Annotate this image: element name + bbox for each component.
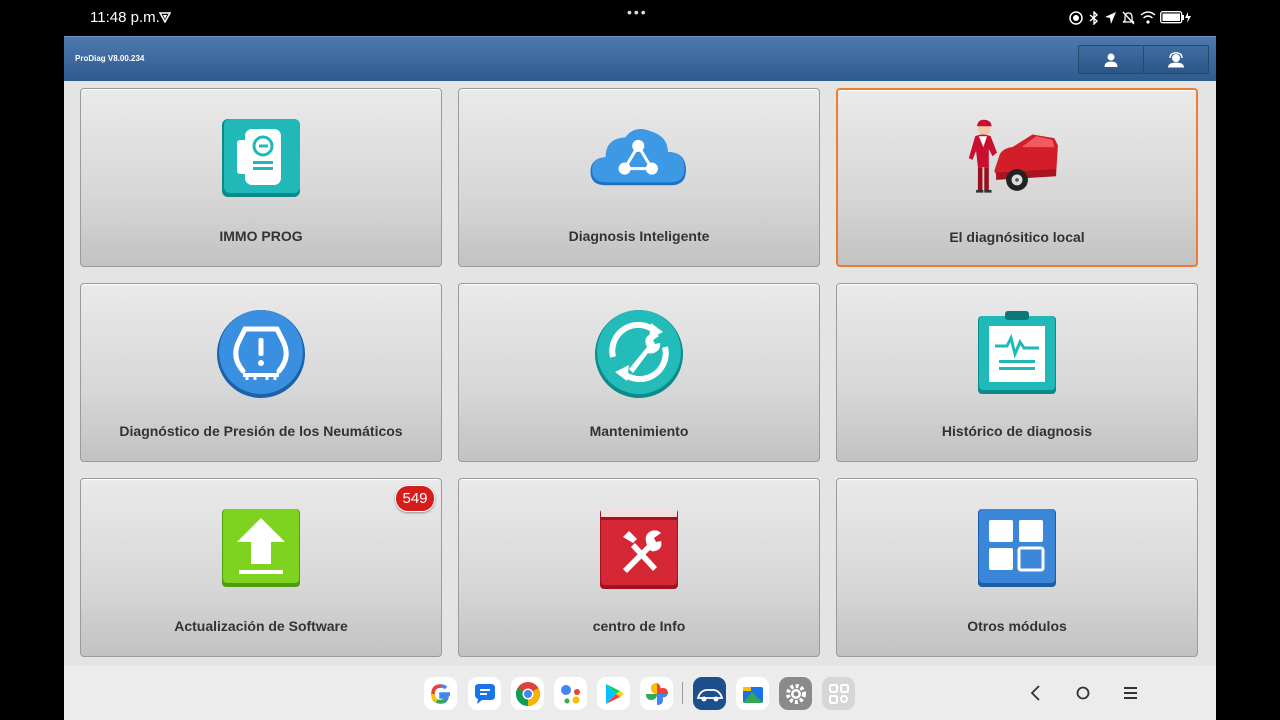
- user-button[interactable]: [1078, 45, 1144, 74]
- vpn-icon: [159, 12, 171, 23]
- maintenance-wrench-icon: [589, 308, 689, 398]
- assistant-app-icon[interactable]: [554, 677, 587, 710]
- modules-grid-icon: [967, 503, 1067, 593]
- google-app-icon[interactable]: [424, 677, 457, 710]
- prodiag-app: ProDiag V8.00.234 IMMO PROG Diagnosis In…: [64, 36, 1216, 720]
- history-clipboard-icon: [967, 308, 1067, 398]
- photos-app-icon[interactable]: [640, 677, 673, 710]
- upload-arrow-icon: [211, 503, 311, 593]
- tile-label: Diagnosis Inteligente: [568, 228, 710, 244]
- tile-label: IMMO PROG: [219, 228, 303, 244]
- record-icon: [1069, 11, 1083, 25]
- battery-icon: [1160, 11, 1191, 24]
- tile-immo-prog[interactable]: IMMO PROG: [80, 88, 442, 267]
- prodiag-dock-icon[interactable]: [693, 677, 726, 710]
- tile-historico[interactable]: Histórico de diagnosis: [836, 283, 1198, 462]
- back-nav-icon[interactable]: [1030, 685, 1042, 701]
- tile-label: Histórico de diagnosis: [941, 423, 1093, 439]
- messages-app-icon[interactable]: [468, 677, 501, 710]
- tile-otros-modulos[interactable]: Otros módulos: [836, 478, 1198, 657]
- info-book-tools-icon: [589, 503, 689, 593]
- tire-pressure-icon: [211, 308, 311, 398]
- tile-label: El diagnósitico local: [949, 229, 1085, 245]
- tile-centro-info[interactable]: centro de Info: [458, 478, 820, 657]
- dock-divider: [682, 682, 683, 704]
- tile-label: Actualización de Software: [174, 618, 348, 634]
- play-store-icon[interactable]: [597, 677, 630, 710]
- update-count-badge: 549: [395, 485, 435, 512]
- settings-gear-icon[interactable]: [779, 677, 812, 710]
- taskbar-dock: [64, 666, 1216, 720]
- tile-label: Diagnóstico de Presión de los Neumáticos: [119, 423, 403, 439]
- app-drawer-icon[interactable]: [822, 677, 855, 710]
- tile-diagnosis-inteligente[interactable]: Diagnosis Inteligente: [458, 88, 820, 267]
- tile-label: Mantenimiento: [589, 423, 689, 439]
- support-icon: [1168, 51, 1184, 67]
- version-label: ProDiag V8.00.234: [75, 54, 145, 63]
- tile-presion-neumaticos[interactable]: Diagnóstico de Presión de los Neumáticos: [80, 283, 442, 462]
- mechanic-car-icon: [967, 114, 1067, 204]
- tile-diagnostico-local[interactable]: El diagnósitico local: [836, 88, 1198, 267]
- files-app-icon[interactable]: [736, 677, 769, 710]
- app-header: ProDiag V8.00.234: [64, 36, 1216, 81]
- chrome-app-icon[interactable]: [511, 677, 544, 710]
- recents-nav-icon[interactable]: [1124, 687, 1137, 699]
- support-button[interactable]: [1143, 45, 1209, 74]
- status-bar: 11:48 p.m. •••: [0, 0, 1280, 36]
- home-nav-icon[interactable]: [1076, 686, 1090, 700]
- user-icon: [1104, 53, 1118, 67]
- tile-mantenimiento[interactable]: Mantenimiento: [458, 283, 820, 462]
- tile-actualizacion-software[interactable]: 549 Actualización de Software: [80, 478, 442, 657]
- tile-label: Otros módulos: [967, 618, 1067, 634]
- tile-label: centro de Info: [592, 618, 686, 634]
- location-icon: [1105, 12, 1116, 24]
- mute-icon: [1122, 11, 1135, 25]
- multiwindow-dots[interactable]: •••: [627, 4, 648, 20]
- wifi-icon: [1140, 11, 1156, 24]
- bluetooth-icon: [1089, 11, 1099, 25]
- cloud-share-icon: [589, 113, 689, 203]
- immo-key-icon: [211, 113, 311, 203]
- status-time: 11:48 p.m.: [90, 9, 160, 26]
